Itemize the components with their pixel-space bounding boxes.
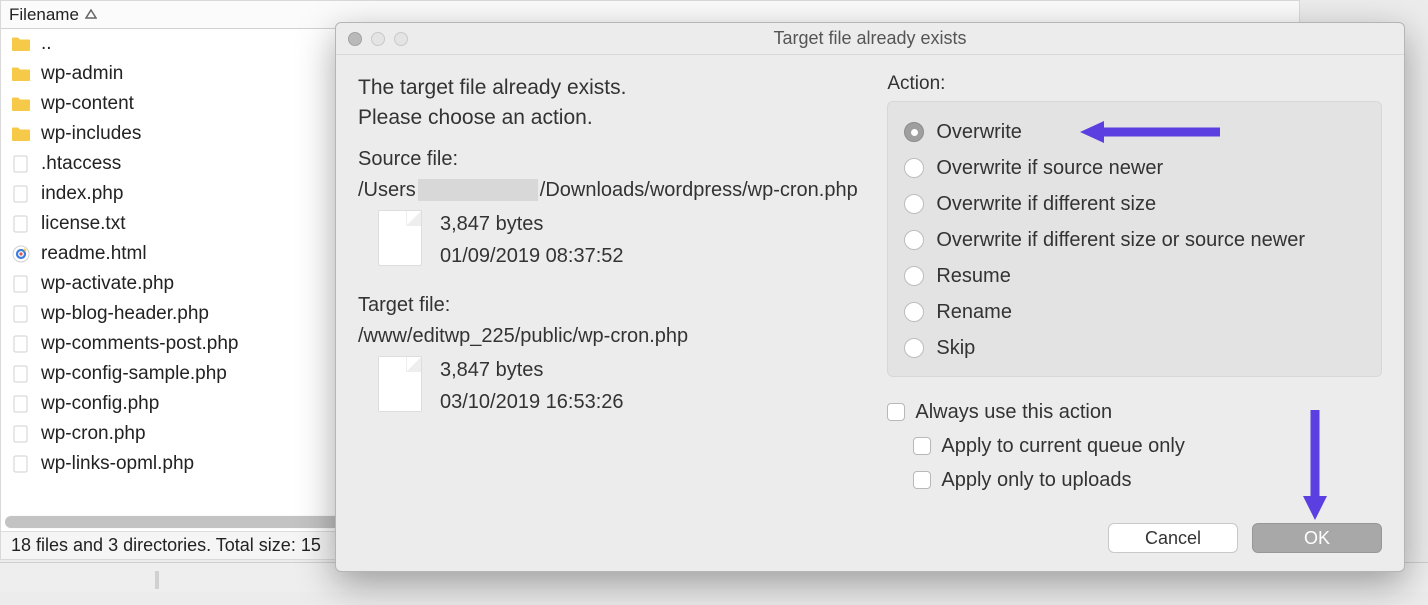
folder-icon: [11, 125, 31, 143]
radio-icon: [904, 194, 924, 214]
target-file-path: /www/editwp_225/public/wp-cron.php: [358, 325, 877, 348]
file-name: wp-admin: [41, 63, 123, 85]
radio-label: Rename: [936, 301, 1012, 324]
action-radio-overwrite[interactable]: Overwrite: [904, 114, 1365, 150]
file-name: ..: [41, 33, 52, 55]
target-file-exists-dialog: Target file already exists The target fi…: [335, 22, 1405, 572]
source-path-suffix: /Downloads/wordpress/wp-cron.php: [540, 179, 858, 202]
radio-icon: [904, 302, 924, 322]
window-controls: [336, 32, 408, 46]
target-file-date: 03/10/2019 16:53:26: [440, 386, 624, 418]
always-label: Always use this action: [915, 401, 1112, 424]
radio-icon: [904, 230, 924, 250]
zoom-icon: [394, 32, 408, 46]
source-file-date: 01/09/2019 08:37:52: [440, 240, 624, 272]
source-file-label: Source file:: [358, 148, 877, 171]
source-file-size: 3,847 bytes: [440, 208, 624, 240]
file-icon: [11, 455, 31, 473]
radio-label: Overwrite if different size: [936, 193, 1156, 216]
file-name: wp-blog-header.php: [41, 303, 209, 325]
dialog-title: Target file already exists: [336, 28, 1404, 49]
filename-header-label: Filename: [9, 5, 79, 25]
source-path-prefix: /Users: [358, 179, 416, 202]
file-name: readme.html: [41, 243, 147, 265]
apply-uploads-checkbox[interactable]: Apply only to uploads: [887, 463, 1382, 497]
message-line-2: Please choose an action.: [358, 103, 877, 133]
file-icon: [11, 185, 31, 203]
html-file-icon: [11, 245, 31, 263]
cancel-button[interactable]: Cancel: [1108, 523, 1238, 553]
file-name: wp-config.php: [41, 393, 159, 415]
apply-current-queue-checkbox[interactable]: Apply to current queue only: [887, 429, 1382, 463]
checkbox-icon: [913, 471, 931, 489]
redacted-username: [418, 179, 538, 201]
file-icon: [11, 275, 31, 293]
action-radio-skip[interactable]: Skip: [904, 330, 1365, 366]
file-icon: [11, 215, 31, 233]
status-text: 18 files and 3 directories. Total size: …: [11, 535, 321, 555]
target-file-size: 3,847 bytes: [440, 354, 624, 386]
always-use-action-checkbox[interactable]: Always use this action: [887, 395, 1382, 429]
file-name: license.txt: [41, 213, 125, 235]
radio-icon: [904, 266, 924, 286]
dialog-left-column: The target file already exists. Please c…: [358, 73, 877, 511]
dialog-right-column: Action: Overwrite Overwrite if source new…: [887, 73, 1382, 511]
file-name: wp-includes: [41, 123, 141, 145]
file-icon: [11, 155, 31, 173]
action-radio-rename[interactable]: Rename: [904, 294, 1365, 330]
apply-uploads-label: Apply only to uploads: [941, 469, 1131, 492]
file-name: wp-activate.php: [41, 273, 174, 295]
file-name: wp-config-sample.php: [41, 363, 227, 385]
cancel-button-label: Cancel: [1145, 528, 1201, 549]
radio-icon: [904, 122, 924, 142]
file-name: .htaccess: [41, 153, 121, 175]
document-icon: [378, 210, 422, 266]
checkbox-icon: [887, 403, 905, 421]
dialog-titlebar[interactable]: Target file already exists: [336, 23, 1404, 55]
file-icon: [11, 425, 31, 443]
source-file-path: /Users /Downloads/wordpress/wp-cron.php: [358, 179, 877, 202]
folder-icon: [11, 35, 31, 53]
sort-ascending-icon: [85, 8, 97, 22]
action-radio-overwrite-if-different-size[interactable]: Overwrite if different size: [904, 186, 1365, 222]
radio-icon: [904, 158, 924, 178]
file-name: wp-comments-post.php: [41, 333, 238, 355]
action-radio-resume[interactable]: Resume: [904, 258, 1365, 294]
file-name: wp-content: [41, 93, 134, 115]
radio-label: Overwrite if source newer: [936, 157, 1163, 180]
checkbox-icon: [913, 437, 931, 455]
file-icon: [11, 335, 31, 353]
folder-icon: [11, 65, 31, 83]
ok-button[interactable]: OK: [1252, 523, 1382, 553]
file-name: wp-links-opml.php: [41, 453, 194, 475]
action-radio-overwrite-if-source-newer[interactable]: Overwrite if source newer: [904, 150, 1365, 186]
target-file-label: Target file:: [358, 294, 877, 317]
radio-icon: [904, 338, 924, 358]
ok-button-label: OK: [1304, 528, 1330, 549]
radio-label: Resume: [936, 265, 1010, 288]
radio-label: Skip: [936, 337, 975, 360]
file-name: wp-cron.php: [41, 423, 146, 445]
document-icon: [378, 356, 422, 412]
action-radio-overwrite-if-different-size-or-source-newer[interactable]: Overwrite if different size or source ne…: [904, 222, 1365, 258]
file-icon: [11, 365, 31, 383]
message-line-1: The target file already exists.: [358, 73, 877, 103]
apply-queue-label: Apply to current queue only: [941, 435, 1185, 458]
radio-label: Overwrite: [936, 121, 1022, 144]
action-label: Action:: [887, 73, 1382, 95]
close-icon[interactable]: [348, 32, 362, 46]
radio-label: Overwrite if different size or source ne…: [936, 229, 1305, 252]
minimize-icon: [371, 32, 385, 46]
folder-icon: [11, 95, 31, 113]
file-icon: [11, 305, 31, 323]
file-icon: [11, 395, 31, 413]
action-radio-group: Overwrite Overwrite if source newer Overwr…: [887, 101, 1382, 377]
file-name: index.php: [41, 183, 123, 205]
